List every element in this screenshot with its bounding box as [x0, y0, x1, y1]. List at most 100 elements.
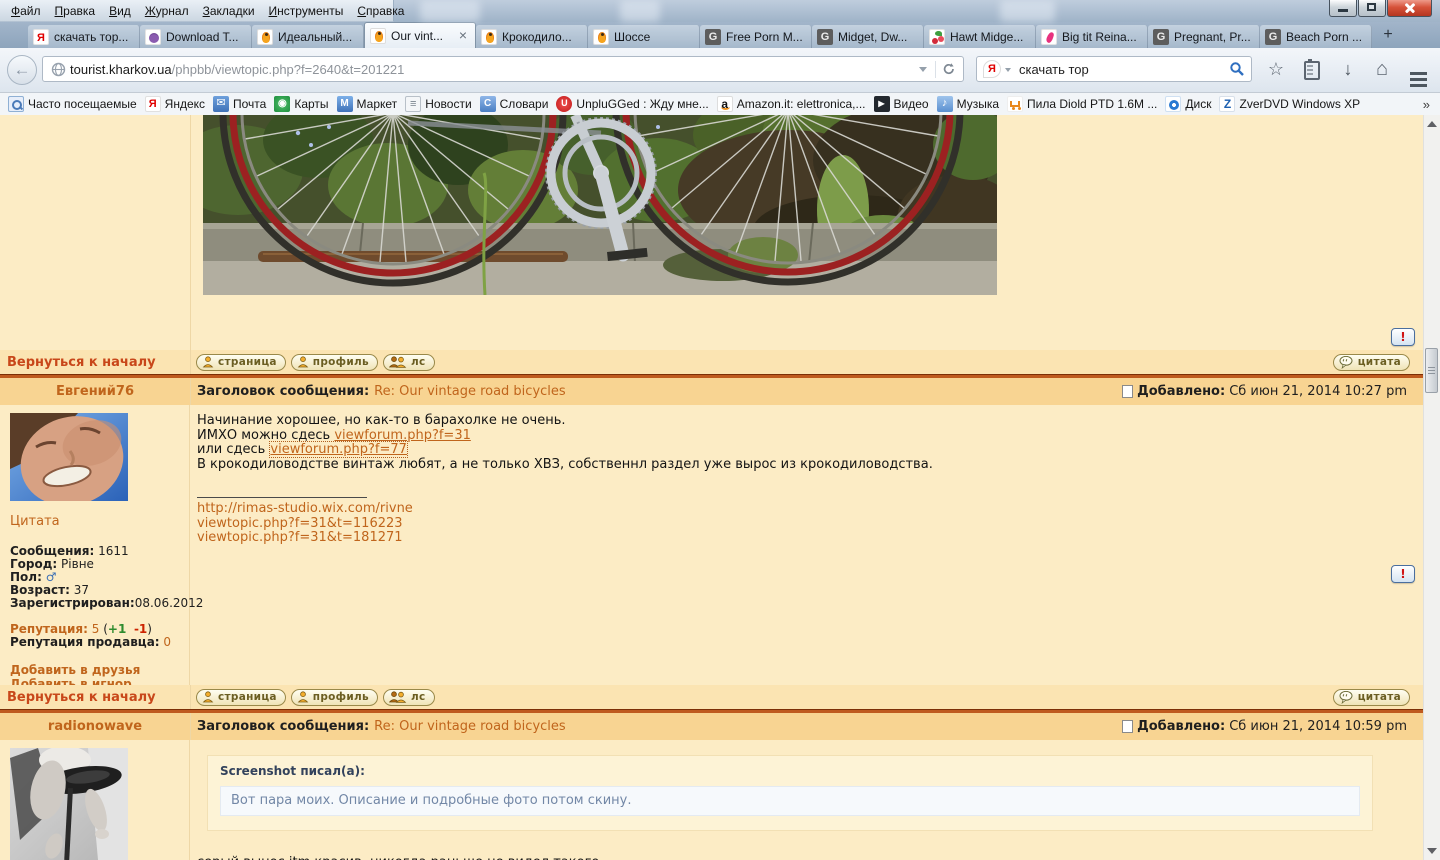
bookmarks-panel-icon[interactable] — [1298, 59, 1326, 81]
reload-icon[interactable] — [942, 62, 956, 76]
quote-bubble-icon — [1339, 356, 1354, 369]
menu-help[interactable]: Справка — [350, 2, 411, 20]
signature-link[interactable]: http://rimas-studio.wix.com/rivne — [197, 502, 1393, 517]
bookmark-amazon[interactable]: Amazon.it: elettronica,... — [714, 95, 869, 113]
tab-1[interactable]: скачать тор... — [28, 25, 140, 48]
subject-link[interactable]: Re: Our vintage road bicycles — [374, 719, 566, 734]
bookmark-yandex[interactable]: Яндекс — [142, 95, 208, 113]
back-to-top-link[interactable]: Вернуться к началу — [0, 690, 183, 705]
post-author[interactable]: Евгений76 — [0, 384, 190, 399]
subject-label: Заголовок сообщения: — [197, 384, 369, 399]
search-bar[interactable]: Я скачать тор — [976, 56, 1252, 82]
profile-button[interactable]: профиль — [291, 354, 378, 371]
bookmark-market[interactable]: Маркет — [334, 95, 401, 113]
bookmark-label: Amazon.it: elettronica,... — [737, 97, 866, 111]
tab-label: Pregnant, Pr... — [1174, 30, 1254, 44]
previous-post-bottom — [0, 115, 1423, 350]
male-icon: ♂ — [46, 570, 57, 584]
person-icon — [202, 356, 214, 368]
tab-7[interactable]: Free Porn M... — [700, 25, 812, 48]
bookmark-frequent[interactable]: Часто посещаемые — [5, 95, 140, 113]
back-button[interactable]: ← — [7, 55, 37, 85]
scroll-up-icon[interactable] — [1427, 121, 1437, 127]
downloads-icon[interactable]: ↓ — [1334, 59, 1362, 81]
bookmark-zver[interactable]: ZverDVD Windows XP — [1216, 95, 1363, 113]
tab-label: Free Porn M... — [726, 30, 806, 44]
menu-file[interactable]: Файл — [4, 2, 48, 20]
quote-button[interactable]: цитата — [1333, 689, 1410, 706]
close-button[interactable] — [1387, 0, 1432, 17]
viewforum-link[interactable]: viewforum.php?f=77 — [269, 441, 408, 458]
add-friend-link[interactable]: Добавить в друзья — [10, 663, 189, 677]
report-button[interactable]: ! — [1391, 565, 1415, 583]
search-input[interactable]: скачать тор — [1019, 62, 1089, 77]
tab-2[interactable]: Download T... — [140, 25, 252, 48]
home-icon[interactable]: ⌂ — [1368, 59, 1396, 81]
yandex-engine-icon[interactable]: Я — [983, 60, 1001, 78]
tab-12[interactable]: Beach Porn ... — [1260, 25, 1372, 48]
tab-11[interactable]: Pregnant, Pr... — [1148, 25, 1260, 48]
report-button[interactable]: ! — [1391, 328, 1415, 346]
bookmark-disk[interactable]: Диск — [1162, 95, 1214, 113]
avatar[interactable] — [10, 748, 128, 860]
post-footer-row: Вернуться к началу страница профиль лс ц… — [0, 350, 1423, 374]
bookmark-music[interactable]: Музыка — [934, 95, 1002, 113]
avatar[interactable] — [10, 413, 128, 501]
scrollbar-thumb[interactable] — [1425, 348, 1438, 393]
hamburger-menu-icon[interactable] — [1404, 59, 1432, 81]
menu-view[interactable]: Вид — [102, 2, 138, 20]
tab-10[interactable]: Big tit Reina... — [1036, 25, 1148, 48]
minimize-icon — [1338, 9, 1348, 12]
bookmark-mail[interactable]: Почта — [210, 95, 269, 113]
post-author[interactable]: radionowave — [0, 719, 190, 734]
tab-label: Big tit Reina... — [1062, 30, 1142, 44]
bookmark-video[interactable]: Видео — [871, 95, 932, 113]
bookmark-dict[interactable]: Словари — [477, 95, 552, 113]
private-message-button[interactable]: лс — [383, 689, 435, 706]
bookmark-saw[interactable]: Пила Diold PTD 1.6M ... — [1004, 95, 1160, 113]
minimize-button[interactable] — [1329, 0, 1357, 17]
tab-5[interactable]: Крокодило... — [476, 25, 588, 48]
bookmark-label: Новости — [425, 97, 471, 111]
bookmark-maps[interactable]: Карты — [271, 95, 331, 113]
bookmark-star-icon[interactable]: ☆ — [1262, 59, 1290, 81]
profile-button[interactable]: профиль — [291, 689, 378, 706]
bookmark-unplugged[interactable]: UnpluGGed : Жду мне... — [553, 95, 711, 113]
signature-link[interactable]: viewtopic.php?f=31&t=116223 — [197, 517, 1393, 532]
scroll-down-icon[interactable] — [1427, 848, 1437, 854]
search-engine-dropdown-icon[interactable] — [1005, 68, 1011, 75]
new-tab-button[interactable]: + — [1375, 24, 1401, 46]
tab-4[interactable]: Our vint...× — [364, 22, 476, 48]
page-button[interactable]: страница — [196, 689, 286, 706]
tab-9[interactable]: Hawt Midge... — [924, 25, 1036, 48]
page-button[interactable]: страница — [196, 354, 286, 371]
menu-history[interactable]: Журнал — [138, 2, 196, 20]
private-message-button[interactable]: лс — [383, 354, 435, 371]
signature: http://rimas-studio.wix.com/rivne viewto… — [197, 497, 1393, 546]
bookmark-news[interactable]: Новости — [402, 95, 474, 113]
url-dropdown-icon[interactable] — [919, 67, 927, 76]
url-host: tourist.kharkov.ua — [70, 62, 172, 77]
search-submit-icon[interactable] — [1229, 61, 1245, 77]
bookmarks-overflow-chevron[interactable]: » — [1417, 93, 1440, 115]
vertical-scrollbar[interactable] — [1423, 115, 1440, 860]
window-titlebar: Файл Правка Вид Журнал Закладки Инструме… — [0, 0, 1440, 22]
quote-button[interactable]: цитата — [1333, 354, 1410, 371]
menu-bookmarks[interactable]: Закладки — [196, 2, 262, 20]
subject-link[interactable]: Re: Our vintage road bicycles — [374, 384, 566, 399]
signature-link[interactable]: viewtopic.php?f=31&t=181271 — [197, 531, 1393, 546]
tab-label: Идеальный... — [278, 30, 358, 44]
tab-6[interactable]: Шоссе — [588, 25, 700, 48]
tab-3[interactable]: Идеальный... — [252, 25, 364, 48]
menu-tools[interactable]: Инструменты — [262, 2, 351, 20]
forum-favicon — [481, 29, 497, 45]
restore-button[interactable] — [1358, 0, 1386, 17]
post-image-bicycle[interactable] — [203, 115, 997, 295]
menu-edit[interactable]: Правка — [48, 2, 103, 20]
back-to-top-link[interactable]: Вернуться к началу — [0, 355, 183, 370]
bookmark-label: Диск — [1185, 97, 1211, 111]
tab-close-icon[interactable]: × — [456, 29, 470, 43]
tab-8[interactable]: Midget, Dw... — [812, 25, 924, 48]
cite-link[interactable]: Цитата — [10, 514, 60, 529]
address-bar[interactable]: tourist.kharkov.ua/phpbb/viewtopic.php?f… — [42, 56, 964, 82]
